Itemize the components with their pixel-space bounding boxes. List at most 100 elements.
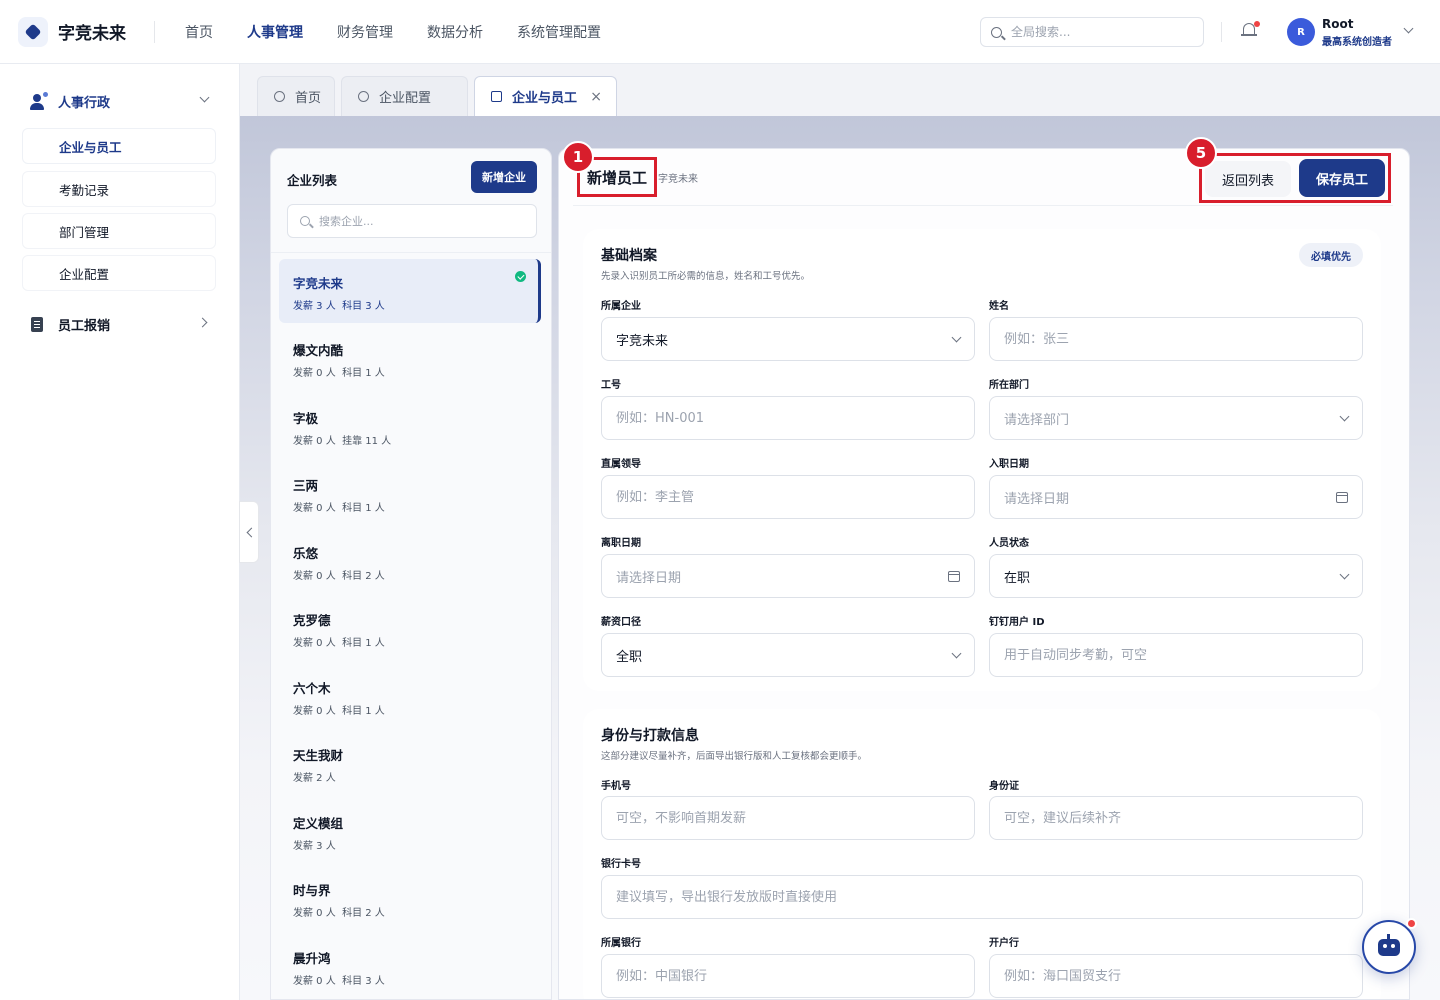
phone-input[interactable] (616, 810, 936, 826)
divider (271, 252, 551, 253)
close-icon[interactable]: × (590, 89, 602, 105)
calendar-icon (948, 571, 960, 582)
employee-no-field[interactable] (601, 396, 975, 440)
employee-no-input[interactable] (616, 410, 936, 426)
company-item[interactable]: 六个木 发薪 0 人 科目 1 人 (279, 664, 541, 728)
nav-hr[interactable]: 人事管理 (247, 22, 303, 42)
user-group-icon (30, 91, 48, 110)
user-role: 最高系统创造者 (1322, 37, 1392, 48)
dingtalk-id-field[interactable] (989, 633, 1363, 677)
global-search[interactable] (980, 17, 1204, 47)
department-select[interactable]: 请选择部门 (989, 396, 1363, 440)
tab-company-config[interactable]: 企业配置 (341, 76, 468, 116)
branch-input[interactable] (1004, 968, 1324, 984)
company-select[interactable]: 字竞未来 (601, 317, 975, 361)
id-card-input[interactable] (1004, 810, 1324, 826)
sidebar-group-expense[interactable]: 员工报销 (30, 315, 214, 334)
status-select[interactable]: 在职 (989, 554, 1363, 598)
sidebar-item-company-config[interactable]: 企业配置 (22, 255, 216, 291)
tab-company-employee[interactable]: 企业与员工 × (474, 76, 617, 116)
back-to-list-button[interactable]: 返回列表 (1205, 161, 1291, 197)
header-divider (1221, 22, 1222, 42)
select-value: 在职 (1004, 570, 1031, 586)
bank-input[interactable] (616, 968, 936, 984)
company-name: 天生我财 (293, 748, 344, 763)
company-search[interactable] (287, 204, 537, 238)
bell-icon[interactable] (1241, 21, 1260, 40)
company-item[interactable]: 爆文内酷 发薪 0 人 科目 1 人 (279, 326, 541, 390)
company-search-input[interactable] (319, 214, 519, 228)
required-tag: 必填优先 (1299, 243, 1363, 267)
identity-payment-section: 身份与打款信息 这部分建议尽量补齐，后面导出银行版和人工复核都会更顺手。 手机号… (583, 709, 1381, 999)
branch-field[interactable] (989, 954, 1363, 998)
company-item[interactable]: 天生我财 发薪 2 人 (279, 731, 541, 795)
phone-field[interactable] (601, 796, 975, 840)
salary-type-select[interactable]: 全职 (601, 633, 975, 677)
bank-card-field[interactable] (601, 875, 1363, 919)
section-desc: 先录入识别员工所必需的信息，姓名和工号优先。 (601, 271, 811, 282)
company-meta: 发薪 0 人 挂靠 11 人 (293, 436, 392, 447)
sidebar-item-departments[interactable]: 部门管理 (22, 213, 216, 249)
nav-system[interactable]: 系统管理配置 (517, 22, 601, 42)
sidebar-item-attendance[interactable]: 考勤记录 (22, 171, 216, 207)
date-placeholder: 请选择日期 (1004, 491, 1070, 507)
global-search-input[interactable] (1011, 25, 1191, 39)
company-item[interactable]: 晨升鸿 发薪 0 人 科目 3 人 (279, 934, 541, 998)
field-label: 所在部门 (989, 380, 1029, 391)
chevron-down-icon (1339, 411, 1350, 422)
company-item[interactable]: 时与界 发薪 0 人 科目 2 人 (279, 866, 541, 930)
nav-analytics[interactable]: 数据分析 (427, 22, 483, 42)
avatar[interactable]: R (1287, 18, 1315, 46)
building-icon (491, 91, 502, 102)
chevron-down-icon[interactable] (1403, 23, 1414, 34)
field-label: 薪资口径 (601, 617, 641, 628)
leader-field[interactable] (601, 475, 975, 519)
company-item[interactable]: 定义模组 发薪 3 人 (279, 799, 541, 863)
chevron-right-icon (197, 317, 208, 328)
company-item[interactable]: 字极 发薪 0 人 挂靠 11 人 (279, 394, 541, 458)
company-list-panel: 企业列表 新增企业 字竞未来 发薪 3 人 科目 3 人 爆文内酷 发薪 0 人… (270, 148, 552, 1000)
section-title: 身份与打款信息 (601, 728, 699, 744)
name-input[interactable] (1004, 331, 1324, 347)
leader-input[interactable] (616, 489, 936, 505)
section-desc: 这部分建议尽量补齐，后面导出银行版和人工复核都会更顺手。 (601, 751, 868, 762)
save-employee-button[interactable]: 保存员工 (1299, 159, 1385, 197)
company-meta: 发薪 0 人 科目 3 人 (293, 976, 385, 987)
add-company-button[interactable]: 新增企业 (471, 161, 537, 193)
sidebar-collapse-handle[interactable] (239, 501, 259, 563)
date-placeholder: 请选择日期 (616, 570, 682, 586)
field-label: 姓名 (989, 301, 1009, 312)
company-name: 克罗德 (293, 613, 331, 628)
company-item[interactable]: 字竞未来 发薪 3 人 科目 3 人 (279, 259, 541, 323)
sidebar-item-company-employee[interactable]: 企业与员工 (22, 128, 216, 164)
tab-home[interactable]: 首页 (257, 76, 335, 116)
field-label: 直属领导 (601, 459, 641, 470)
company-name: 晨升鸿 (293, 951, 331, 966)
field-label: 身份证 (989, 781, 1019, 792)
dingtalk-id-input[interactable] (1004, 647, 1324, 663)
field-label: 所属企业 (601, 301, 641, 312)
sidebar-group-label: 人事行政 (58, 96, 111, 111)
select-placeholder: 请选择部门 (1004, 412, 1070, 428)
search-icon (300, 216, 310, 226)
company-meta: 发薪 2 人 (293, 773, 336, 784)
tab-label: 首页 (295, 91, 322, 106)
bank-card-input[interactable] (616, 889, 1316, 905)
sidebar-group-hr[interactable]: 人事行政 (30, 91, 214, 111)
nav-home[interactable]: 首页 (185, 22, 213, 42)
company-item[interactable]: 乐悠 发薪 0 人 科目 2 人 (279, 529, 541, 593)
user-name[interactable]: Root (1322, 17, 1353, 31)
name-field[interactable] (989, 317, 1363, 361)
select-value: 全职 (616, 649, 643, 665)
company-item[interactable]: 三两 发薪 0 人 科目 1 人 (279, 461, 541, 525)
logo-icon (18, 16, 48, 47)
company-item[interactable]: 克罗德 发薪 0 人 科目 1 人 (279, 596, 541, 660)
logo[interactable]: 字竞未来 (18, 16, 154, 47)
company-name: 爆文内酷 (293, 343, 344, 358)
id-card-field[interactable] (989, 796, 1363, 840)
bank-field[interactable] (601, 954, 975, 998)
join-date-picker[interactable]: 请选择日期 (989, 475, 1363, 519)
leave-date-picker[interactable]: 请选择日期 (601, 554, 975, 598)
company-name: 三两 (293, 478, 319, 493)
nav-finance[interactable]: 财务管理 (337, 22, 393, 42)
